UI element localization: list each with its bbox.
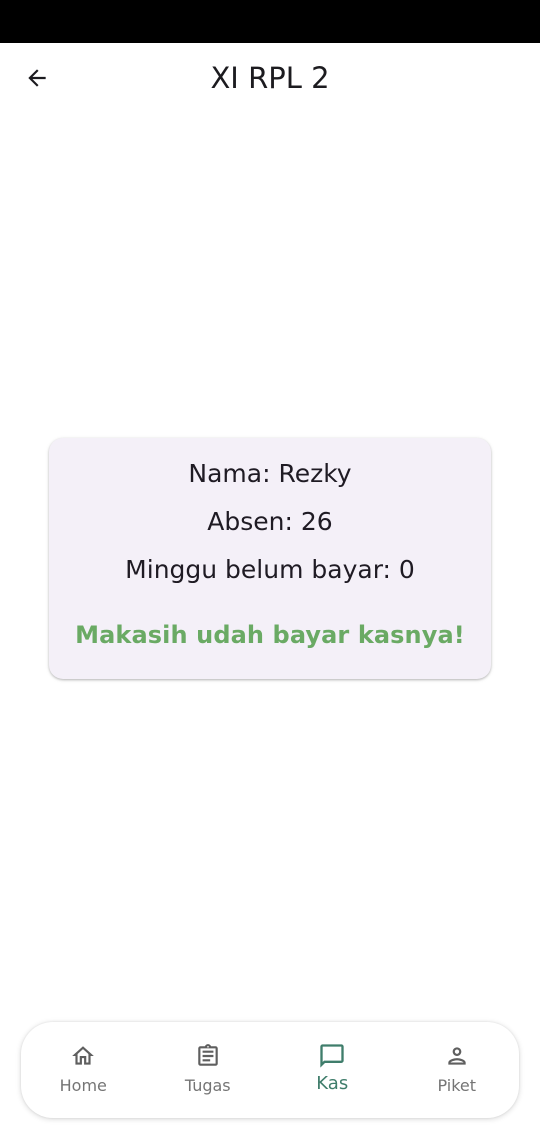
- home-icon: [69, 1042, 97, 1070]
- nav-label-kas: Kas: [316, 1073, 349, 1094]
- bottom-navigation: Home Tugas Kas Piket: [21, 1022, 519, 1118]
- nav-item-home[interactable]: Home: [21, 1022, 146, 1118]
- nav-label-piket: Piket: [437, 1076, 477, 1095]
- page-title: XI RPL 2: [210, 61, 330, 95]
- app-bar: XI RPL 2: [0, 43, 540, 117]
- kas-info-card: Nama: Rezky Absen: 26 Minggu belum bayar…: [49, 438, 491, 679]
- unpaid-weeks: Minggu belum bayar: 0: [125, 555, 415, 584]
- nav-item-tugas[interactable]: Tugas: [146, 1022, 271, 1118]
- student-absen: Absen: 26: [207, 507, 333, 536]
- chat-icon: [318, 1042, 346, 1070]
- person-icon: [443, 1042, 471, 1070]
- nav-label-home: Home: [59, 1076, 107, 1095]
- student-name: Nama: Rezky: [188, 459, 352, 488]
- clipboard-icon: [194, 1042, 222, 1070]
- nav-item-kas[interactable]: Kas: [270, 1022, 395, 1118]
- payment-status-message: Makasih udah bayar kasnya!: [75, 621, 465, 649]
- status-bar: [0, 0, 540, 43]
- nav-label-tugas: Tugas: [184, 1076, 231, 1095]
- nav-item-piket[interactable]: Piket: [395, 1022, 520, 1118]
